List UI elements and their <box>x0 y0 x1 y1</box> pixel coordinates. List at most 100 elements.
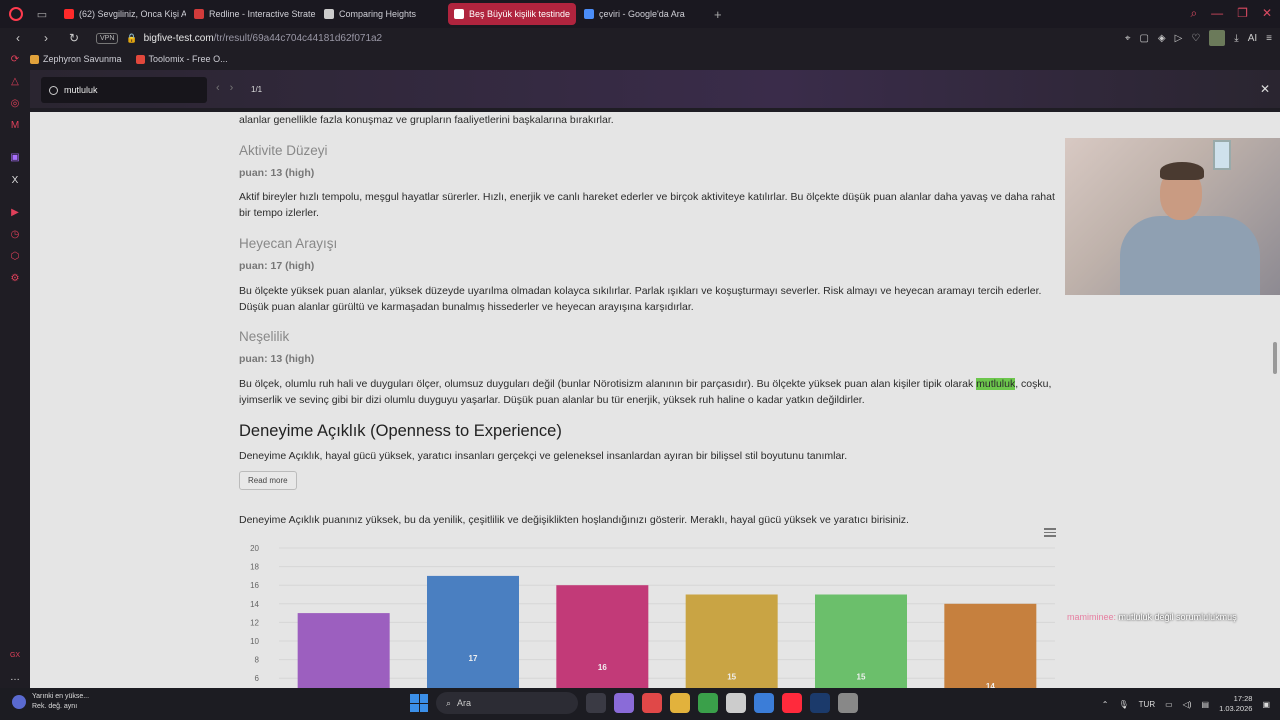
search-highlight: mutluluk <box>976 378 1016 390</box>
search-tabs-icon[interactable]: ⌕ <box>1190 6 1197 21</box>
find-prev-icon[interactable]: ‹ <box>216 82 220 94</box>
y-tick-label: 14 <box>250 600 259 609</box>
pin-icon[interactable]: ⌖ <box>1125 33 1131 44</box>
volume-icon[interactable]: ◁) <box>1183 700 1192 709</box>
section-title: Heyecan Arayışı <box>239 236 338 251</box>
browser-tab[interactable]: Beş Büyük kişilik testinde <box>448 3 576 25</box>
snapshot-icon[interactable]: ▢ <box>1139 33 1148 44</box>
weather-widget[interactable]: Yarınki en yükse... Rek. değ. aynı <box>12 692 89 712</box>
chart-menu-icon[interactable] <box>1044 528 1056 539</box>
section-title: Aktivite Düzeyi <box>239 143 328 158</box>
tab-title: Beş Büyük kişilik testinde <box>469 9 571 19</box>
taskbar-app-icon[interactable] <box>614 693 634 713</box>
taskbar-app-icon[interactable] <box>586 693 606 713</box>
section-score: puan: 13 (high) <box>239 167 315 179</box>
minimize-icon[interactable]: — <box>1211 6 1223 21</box>
bookmark-item[interactable]: Zephyron Savunma <box>30 54 122 64</box>
chevron-up-icon[interactable]: ⌃ <box>1102 700 1109 709</box>
more-icon[interactable]: … <box>9 672 21 684</box>
history-icon[interactable]: ◷ <box>9 229 21 241</box>
tab-favicon-icon <box>584 9 594 19</box>
find-input-box[interactable] <box>41 77 207 103</box>
settings-icon[interactable]: ⚙ <box>9 273 21 285</box>
aria-icon[interactable]: △ <box>9 76 21 88</box>
lock-icon[interactable]: 🔒 <box>126 33 137 44</box>
start-icon[interactable] <box>410 694 428 712</box>
language-indicator[interactable]: TUR <box>1139 700 1155 709</box>
notifications-icon[interactable]: ▣ <box>1262 700 1270 709</box>
openness-heading: Deneyime Açıklık (Openness to Experience… <box>239 422 562 440</box>
find-next-icon[interactable]: › <box>230 82 234 94</box>
reload-icon[interactable]: ↻ <box>64 31 84 45</box>
profile-avatar[interactable] <box>1209 30 1226 46</box>
download-icon[interactable]: ⤓ <box>1234 33 1238 44</box>
browser-tab[interactable]: Redline - Interactive Strate <box>188 3 316 25</box>
x-icon[interactable]: X <box>9 175 21 187</box>
browser-tab[interactable]: çeviri - Google'da Ara <box>578 3 706 25</box>
browser-tab[interactable]: (62) Sevgiliniz, Onca Kişi A <box>58 3 186 25</box>
flow-icon[interactable]: ⟳ <box>9 54 21 66</box>
taskbar-app-icon[interactable] <box>782 693 802 713</box>
taskbar-app-icon[interactable] <box>754 693 774 713</box>
browser-tab[interactable]: Comparing Heights <box>318 3 446 25</box>
system-tray: ⌃ 🎙 TUR ▭ ◁) ▤ 17:28 1.03.2026 ▣ <box>1102 694 1270 714</box>
maximize-icon[interactable]: ❐ <box>1237 6 1248 21</box>
url-path: /tr/result/69a44c704c44181d62f071a2 <box>213 32 383 44</box>
taskbar-app-icon[interactable] <box>810 693 830 713</box>
play-icon[interactable]: ▷ <box>1175 33 1183 44</box>
search-placeholder: Ara <box>457 698 472 708</box>
mic-icon[interactable]: 🎙 <box>1119 700 1129 709</box>
sidebar: ⟳ △ ◎ M ▣ X ▶ ◷ ⬡ ⚙ GX … <box>0 48 30 688</box>
intro-tail-text: alanlar genellikle fazla konuşmaz ve gru… <box>239 114 614 126</box>
taskbar-app-icon[interactable] <box>642 693 662 713</box>
shield-icon[interactable]: ◈ <box>1158 33 1166 44</box>
search-icon: ⌕ <box>446 697 452 708</box>
tab-favicon-icon <box>194 9 204 19</box>
network-icon[interactable]: ▤ <box>1202 700 1210 709</box>
extensions-icon[interactable]: ⬡ <box>9 251 21 263</box>
vpn-badge[interactable]: VPN <box>96 32 119 44</box>
tab-favicon-icon <box>454 9 464 19</box>
tab-title: Comparing Heights <box>339 9 417 19</box>
ai-icon[interactable]: AI <box>1248 33 1257 44</box>
back-icon[interactable]: ‹ <box>8 31 28 45</box>
bookmark-label: Toolomix - Free O... <box>148 54 228 64</box>
workspaces-icon[interactable]: ▭ <box>32 8 52 21</box>
gx-icon[interactable]: GX <box>9 650 21 662</box>
taskbar-search[interactable]: ⌕ Ara <box>436 692 578 714</box>
heart-icon[interactable]: ♡ <box>1191 33 1200 44</box>
new-tab-button[interactable]: + <box>714 7 722 22</box>
player-icon[interactable]: ▶ <box>9 207 21 219</box>
url-host: bigfive-test.com <box>143 32 214 44</box>
bookmark-favicon-icon <box>135 54 145 64</box>
section-text: Bu ölçek, olumlu ruh hali ve duyguları ö… <box>239 376 1059 408</box>
url-field[interactable]: bigfive-test.com/tr/result/69a44c704c441… <box>144 33 383 44</box>
taskbar-app-icon[interactable] <box>670 693 690 713</box>
forward-icon[interactable]: › <box>36 31 56 45</box>
picture-frame <box>1213 140 1231 170</box>
clock[interactable]: 17:28 1.03.2026 <box>1219 694 1252 714</box>
twitch-icon[interactable]: ▣ <box>9 152 21 164</box>
taskbar-app-icon[interactable] <box>726 693 746 713</box>
bookmark-favicon-icon <box>30 54 39 64</box>
close-find-icon[interactable]: ✕ <box>1260 82 1270 96</box>
y-tick-label: 16 <box>250 581 259 590</box>
taskbar-app-icon[interactable] <box>698 693 718 713</box>
read-more-button[interactable]: Read more <box>239 471 297 490</box>
find-input[interactable] <box>64 85 194 95</box>
messenger-icon[interactable]: ◎ <box>9 98 21 110</box>
bar <box>297 613 390 688</box>
display-icon[interactable]: ▭ <box>1165 700 1173 709</box>
section-text: Bu ölçekte yüksek puan alanlar, yüksek d… <box>239 285 1042 313</box>
chat-text: mutluluk değil sorumlulukmuş <box>1118 612 1237 622</box>
mail-icon[interactable]: M <box>9 120 21 132</box>
bookmark-item[interactable]: Toolomix - Free O... <box>135 54 228 64</box>
page-scrollbar[interactable] <box>1273 342 1277 374</box>
menu-icon[interactable]: ≡ <box>1266 33 1272 44</box>
opera-logo-icon[interactable] <box>0 0 32 28</box>
close-window-icon[interactable]: ✕ <box>1262 6 1272 21</box>
chat-username: mamiminee: <box>1067 612 1117 622</box>
window-controls: ⌕ — ❐ ✕ <box>1190 6 1272 21</box>
weather-line1: Yarınki en yükse... <box>32 693 90 700</box>
taskbar-app-icon[interactable] <box>838 693 858 713</box>
